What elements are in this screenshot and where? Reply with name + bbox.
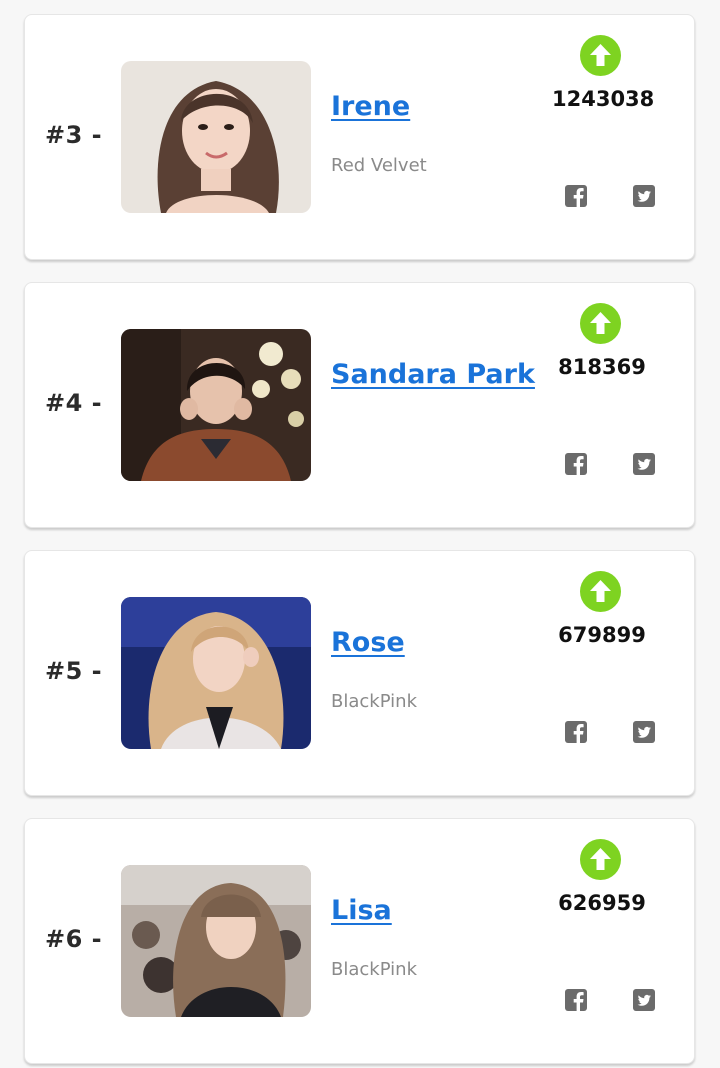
twitter-share-button[interactable] <box>633 721 655 743</box>
idol-name-link[interactable]: Sandara Park <box>331 359 535 390</box>
vote-count: 679899 <box>558 623 646 647</box>
idol-name-link[interactable]: Lisa <box>331 895 392 926</box>
vote-count: 818369 <box>558 355 646 379</box>
profile-photo[interactable] <box>121 597 311 749</box>
upvote-button[interactable] <box>580 571 621 612</box>
twitter-share-button[interactable] <box>633 185 655 207</box>
profile-photo[interactable] <box>121 865 311 1017</box>
group-name: Red Velvet <box>331 155 427 176</box>
portrait-photo <box>121 865 311 1017</box>
facebook-share-button[interactable] <box>565 185 587 207</box>
facebook-icon <box>573 992 584 1011</box>
twitter-icon <box>637 190 651 202</box>
twitter-icon <box>637 458 651 470</box>
upvote-button[interactable] <box>580 35 621 76</box>
ranking-card: #3 - Irene Red Velvet 1243038 <box>24 14 695 260</box>
portrait-photo <box>121 61 311 213</box>
group-name: BlackPink <box>331 959 417 980</box>
facebook-icon <box>573 724 584 743</box>
rank-label: #6 - <box>45 925 103 953</box>
profile-photo[interactable] <box>121 329 311 481</box>
rank-label: #4 - <box>45 389 103 417</box>
facebook-icon <box>573 188 584 207</box>
rank-label: #3 - <box>45 121 103 149</box>
arrow-up-icon <box>590 848 611 870</box>
ranking-card: #5 - Rose BlackPink 679899 <box>24 550 695 796</box>
portrait-photo <box>121 329 311 481</box>
group-name: BlackPink <box>331 691 417 712</box>
rank-label: #5 - <box>45 657 103 685</box>
idol-name-link[interactable]: Irene <box>331 91 410 122</box>
vote-count: 626959 <box>558 891 646 915</box>
facebook-share-button[interactable] <box>565 721 587 743</box>
facebook-share-button[interactable] <box>565 453 587 475</box>
arrow-up-icon <box>590 44 611 66</box>
facebook-icon <box>573 456 584 475</box>
ranking-card: #6 - Lisa BlackPink 626959 <box>24 818 695 1064</box>
facebook-share-button[interactable] <box>565 989 587 1011</box>
twitter-icon <box>637 726 651 738</box>
profile-photo[interactable] <box>121 61 311 213</box>
arrow-up-icon <box>590 312 611 334</box>
idol-name-link[interactable]: Rose <box>331 627 405 658</box>
twitter-share-button[interactable] <box>633 453 655 475</box>
twitter-share-button[interactable] <box>633 989 655 1011</box>
arrow-up-icon <box>590 580 611 602</box>
portrait-photo <box>121 597 311 749</box>
ranking-list: #3 - Irene Red Velvet 1243038 #4 - Sanda… <box>0 0 720 1068</box>
twitter-icon <box>637 994 651 1006</box>
ranking-card: #4 - Sandara Park 818369 <box>24 282 695 528</box>
upvote-button[interactable] <box>580 839 621 880</box>
upvote-button[interactable] <box>580 303 621 344</box>
vote-count: 1243038 <box>552 87 655 111</box>
